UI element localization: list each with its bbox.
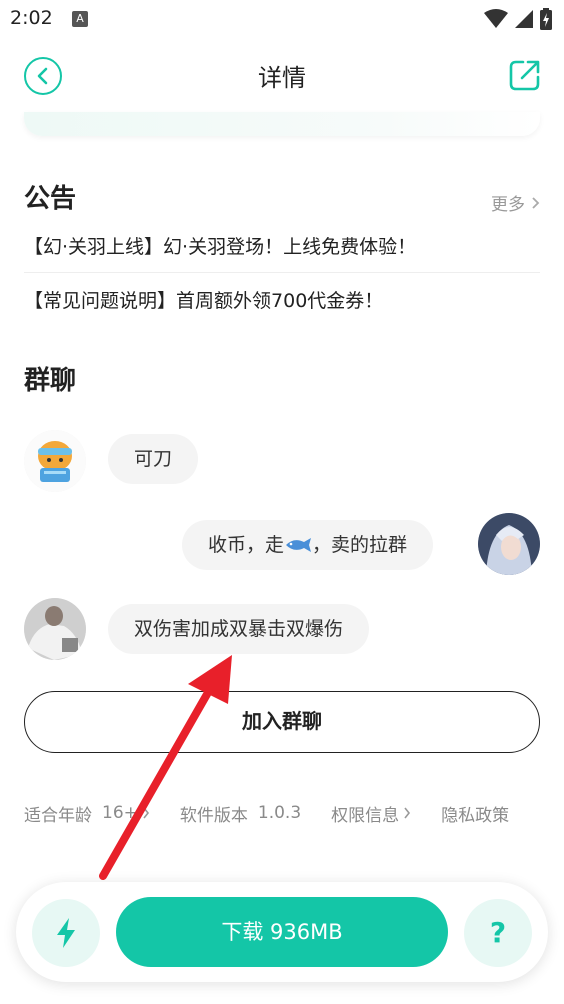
bottom-action-bar: 下载 936MB ? bbox=[16, 882, 548, 982]
age-label: 适合年龄 bbox=[24, 805, 92, 826]
privacy-label: 隐私政策 bbox=[441, 805, 510, 826]
avatar[interactable] bbox=[24, 598, 86, 660]
group-chat-title: 群聊 bbox=[24, 366, 77, 396]
avatar[interactable] bbox=[478, 513, 540, 575]
download-button[interactable]: 下载 936MB bbox=[116, 897, 448, 967]
version-label: 软件版本 bbox=[179, 805, 248, 826]
notice-more-link[interactable]: 更多 bbox=[491, 190, 540, 215]
person-avatar-image bbox=[24, 598, 86, 660]
screen: 2:02 A 详情 公告 更多 【幻·关羽上线】幻·关羽登场！上线免费体验！ 【… bbox=[0, 0, 564, 1004]
notice-tag: 【常见问题说明】 bbox=[24, 290, 177, 312]
avatar[interactable] bbox=[24, 430, 86, 492]
more-label: 更多 bbox=[491, 195, 525, 215]
app-info-row: 适合年龄 16+ 软件版本 1.0.3 权限信息 隐私政策 bbox=[24, 800, 564, 826]
wifi-icon bbox=[484, 9, 508, 28]
signal-icon bbox=[515, 10, 533, 28]
age-rating-item[interactable]: 适合年龄 16+ bbox=[24, 801, 150, 826]
chevron-right-icon bbox=[143, 807, 149, 819]
message-text: ，卖的拉群 bbox=[312, 534, 408, 556]
notice-tag: 【幻·关羽上线】 bbox=[24, 236, 164, 258]
battery-icon bbox=[540, 8, 552, 30]
chat-bubble: 双伤害加成双暴击双爆伤 bbox=[108, 604, 370, 654]
chat-bubble: 收币，走 ，卖的拉群 bbox=[182, 520, 434, 570]
header: 详情 bbox=[0, 40, 564, 112]
notice-item[interactable]: 【幻·关羽上线】幻·关羽登场！上线免费体验！ bbox=[24, 232, 540, 259]
annotation-arrow-icon bbox=[99, 655, 232, 880]
fish-icon bbox=[286, 538, 312, 552]
notice-title: 公告 bbox=[24, 184, 77, 214]
page-title: 详情 bbox=[258, 64, 306, 92]
status-icons bbox=[484, 8, 552, 30]
character-avatar-image bbox=[478, 513, 540, 575]
help-button[interactable]: ? bbox=[464, 899, 532, 967]
share-button[interactable] bbox=[508, 58, 542, 92]
status-bar: 2:02 A bbox=[0, 0, 564, 40]
chat-bubble: 可刀 bbox=[108, 434, 199, 484]
notice-text: 幻·关羽登场！上线免费体验！ bbox=[163, 236, 417, 258]
chevron-right-icon bbox=[404, 807, 411, 819]
version-value: 1.0.3 bbox=[257, 803, 302, 823]
permissions-item[interactable]: 权限信息 bbox=[331, 801, 411, 826]
tiger-avatar-image bbox=[24, 430, 86, 492]
message-text: 收币，走 bbox=[208, 534, 285, 556]
speed-boost-button[interactable] bbox=[32, 899, 100, 967]
join-group-button[interactable]: 加入群聊 bbox=[24, 691, 540, 753]
version-item: 软件版本 1.0.3 bbox=[180, 801, 301, 826]
notice-item[interactable]: 【常见问题说明】首周额外领700代金券！ bbox=[24, 286, 540, 313]
lightning-icon bbox=[57, 918, 75, 948]
permissions-label: 权限信息 bbox=[331, 805, 400, 826]
top-card-remnant bbox=[24, 112, 540, 136]
age-value: 16+ bbox=[102, 803, 138, 823]
status-time: 2:02 bbox=[10, 7, 53, 29]
chevron-right-icon bbox=[532, 196, 540, 209]
notice-text: 首周额外领700代金券！ bbox=[176, 290, 384, 312]
message-text: 双伤害加成双暴击双爆伤 bbox=[134, 618, 344, 640]
notification-a-icon: A bbox=[72, 11, 88, 27]
privacy-policy-item[interactable]: 隐私政策 bbox=[441, 801, 509, 826]
divider bbox=[24, 272, 540, 273]
message-text: 可刀 bbox=[134, 448, 173, 470]
share-icon bbox=[509, 60, 540, 91]
